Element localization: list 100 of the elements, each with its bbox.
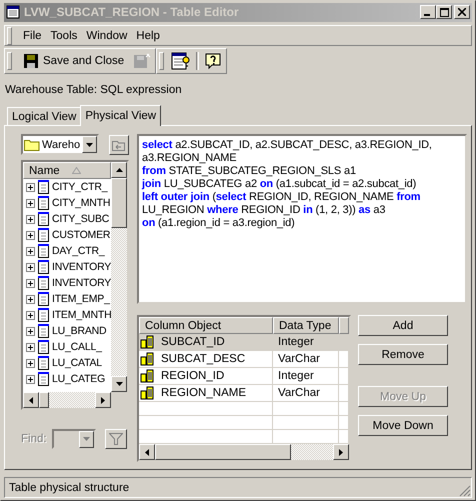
- scroll-thumb[interactable]: [39, 392, 49, 408]
- funnel-icon: [108, 433, 123, 446]
- table-icon: [38, 372, 49, 386]
- resize-grip[interactable]: [459, 485, 471, 498]
- folder-icon: [24, 138, 40, 152]
- maximize-icon: [440, 8, 448, 17]
- tab[interactable]: Logical View: [7, 107, 82, 126]
- grid-row[interactable]: SUBCAT_DESC VarChar: [139, 351, 349, 368]
- tab[interactable]: Physical View: [80, 105, 162, 126]
- expand-icon[interactable]: [26, 374, 35, 384]
- sql-line: from STATE_SUBCATEG_REGION_SLS a1: [142, 165, 357, 178]
- status-text: Table physical structure: [9, 482, 130, 494]
- column-icon: [140, 335, 156, 350]
- expand-icon[interactable]: [26, 198, 35, 208]
- tree-item[interactable]: CUSTOMER: [23, 227, 111, 244]
- table-icon: [38, 356, 49, 370]
- menu-item[interactable]: File: [23, 30, 42, 42]
- horizontal-scrollbar[interactable]: [139, 444, 349, 460]
- horizontal-scrollbar[interactable]: [23, 392, 111, 408]
- tree-item[interactable]: ITEM_EMP_: [23, 291, 111, 308]
- sql-line: LU_REGION where REGION_ID in (1, 2, 3)) as a3: [142, 204, 386, 218]
- right-arrow-icon: [339, 448, 343, 456]
- column-header[interactable]: Column Object: [139, 317, 273, 334]
- expand-icon[interactable]: [26, 230, 35, 240]
- table-icon: [38, 276, 49, 290]
- table-icon: [38, 340, 49, 354]
- sql-line: join LU_SUBCATEG a2 on (a1.subcat_id = a2.subcat_id): [142, 178, 418, 192]
- menu-item[interactable]: Window: [86, 30, 128, 42]
- down-arrow-icon: [116, 382, 122, 386]
- table-icon: [38, 324, 49, 338]
- tree-item[interactable]: LU_CALL_: [23, 339, 111, 356]
- tree-item[interactable]: CITY_CTR_: [23, 179, 111, 196]
- expand-icon[interactable]: [26, 214, 35, 224]
- left-arrow-icon: [145, 448, 149, 456]
- close-icon: [458, 8, 466, 16]
- tree-item[interactable]: LU_CATAL: [23, 355, 111, 372]
- expand-icon[interactable]: [26, 182, 35, 192]
- table-icon: [38, 228, 49, 242]
- scroll-left-button[interactable]: [23, 392, 39, 408]
- scroll-down-button[interactable]: [111, 376, 127, 392]
- table-icon: [38, 212, 49, 226]
- up-folder-button[interactable]: [109, 134, 129, 155]
- menu-item[interactable]: Tools: [50, 30, 78, 42]
- grid-row[interactable]: SUBCAT_ID Integer: [139, 334, 349, 352]
- grid-row[interactable]: REGION_ID Integer: [139, 368, 349, 386]
- action-button[interactable]: Remove: [358, 344, 448, 366]
- sql-line: left outer join (select REGION_ID, REGION_NAME from: [142, 191, 422, 204]
- sql-editor[interactable]: [137, 134, 467, 304]
- name-column-header[interactable]: Name: [23, 162, 111, 180]
- column-name: SUBCAT_DESC: [161, 353, 246, 366]
- minimize-button[interactable]: [420, 5, 436, 20]
- save-and-close-button[interactable]: Save and Close: [19, 53, 128, 70]
- tree-item[interactable]: CITY_MNTH: [23, 195, 111, 212]
- expand-icon[interactable]: [26, 326, 35, 336]
- vertical-scrollbar[interactable]: [111, 162, 127, 408]
- scroll-up-button[interactable]: [111, 162, 127, 178]
- expand-icon[interactable]: [26, 358, 35, 368]
- sql-line: select a2.SUBCAT_ID, a2.SUBCAT_DESC, a3.REGION_ID,: [142, 139, 433, 152]
- action-button[interactable]: Move Down: [358, 415, 448, 436]
- scroll-thumb[interactable]: [155, 444, 291, 460]
- data-type: Integer: [278, 336, 314, 348]
- tree-item[interactable]: DAY_CTR_: [23, 243, 111, 260]
- tree-item[interactable]: INVENTORY: [23, 275, 111, 292]
- data-type: VarChar: [278, 387, 320, 400]
- expand-icon[interactable]: [26, 310, 35, 320]
- sql-line: a3.REGION_NAME: [142, 152, 238, 166]
- data-type: VarChar: [278, 353, 320, 366]
- data-type: Integer: [278, 370, 314, 382]
- tree-item[interactable]: CITY_SUBC: [23, 211, 111, 228]
- tree-item[interactable]: LU_CATEG: [23, 371, 111, 388]
- expand-icon[interactable]: [26, 246, 35, 256]
- grid-row[interactable]: REGION_NAME VarChar: [139, 385, 349, 402]
- scroll-thumb[interactable]: [111, 178, 127, 228]
- menu-item[interactable]: Help: [136, 30, 160, 42]
- expand-icon[interactable]: [26, 278, 35, 288]
- tree-item[interactable]: LU_BRAND: [23, 323, 111, 340]
- filter-button[interactable]: [104, 429, 127, 450]
- sql-line: on (a1.region_id = a3.region_id): [142, 217, 296, 230]
- help-icon[interactable]: [204, 52, 222, 70]
- expand-icon[interactable]: [26, 294, 35, 304]
- table-icon: [38, 196, 49, 210]
- close-button[interactable]: [454, 5, 470, 20]
- maximize-button[interactable]: [436, 5, 452, 20]
- tree-item[interactable]: ITEM_MNTH: [23, 307, 111, 324]
- find-field[interactable]: [52, 429, 96, 450]
- table-icon: [6, 5, 20, 20]
- column-name: REGION_ID: [161, 370, 224, 382]
- warehouse-dropdown[interactable]: Wareho: [21, 134, 99, 156]
- table-icon: [38, 180, 49, 194]
- action-button[interactable]: Add: [358, 315, 448, 336]
- table-icon: [38, 292, 49, 306]
- column-header[interactable]: Data Type: [273, 317, 339, 334]
- expand-icon[interactable]: [26, 342, 35, 352]
- table-key-icon[interactable]: [171, 52, 192, 70]
- tree-item[interactable]: INVENTORY: [23, 259, 111, 276]
- scroll-left-button[interactable]: [139, 444, 155, 460]
- column-header[interactable]: [339, 317, 349, 334]
- scroll-right-button[interactable]: [333, 444, 349, 460]
- expand-icon[interactable]: [26, 262, 35, 272]
- scroll-right-button[interactable]: [95, 392, 111, 408]
